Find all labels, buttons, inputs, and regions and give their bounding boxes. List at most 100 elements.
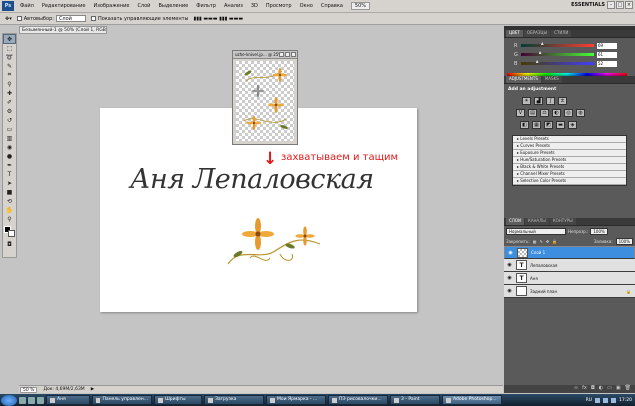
color-swatches[interactable]	[3, 226, 16, 237]
preset-black-white[interactable]: Black & White Presets	[513, 164, 626, 171]
pen-tool-icon[interactable]: ✒	[4, 161, 15, 169]
status-zoom[interactable]: 50 %	[20, 386, 38, 393]
slider-b-track[interactable]	[521, 60, 594, 65]
quicklaunch-icon[interactable]	[28, 396, 35, 404]
opacity-field[interactable]: 100%	[590, 228, 608, 235]
tab-color[interactable]: ЦВЕТ	[506, 30, 523, 37]
layer-row[interactable]: ◉ Слой 1	[504, 246, 635, 259]
source-image-window[interactable]: uzhe-knivel.jp... @ 25%...	[232, 50, 298, 145]
fill-field[interactable]: 100%	[615, 238, 633, 245]
move-tool-icon[interactable]: ✥	[3, 34, 16, 44]
menu-3d[interactable]: 3D	[247, 3, 262, 9]
3d-rotate-tool-icon[interactable]: ⟲	[4, 197, 15, 205]
curves-icon[interactable]: ∫	[546, 97, 555, 105]
color-slider-r[interactable]: R 69	[504, 41, 635, 50]
source-close-button[interactable]	[291, 52, 296, 57]
visibility-eye-icon[interactable]: ◉	[506, 262, 513, 268]
source-maximize-button[interactable]	[285, 52, 290, 57]
menu-file[interactable]: Файл	[16, 3, 38, 9]
move-tool-preset[interactable]: ✥▾	[5, 16, 12, 22]
preset-exposure[interactable]: Exposure Presets	[513, 150, 626, 157]
link-layers-icon[interactable]: ∞	[574, 385, 578, 393]
layer-row[interactable]: ◉ T Аня	[504, 272, 635, 285]
layer-name[interactable]: Задний план	[530, 289, 557, 294]
eyedropper-tool-icon[interactable]: ⚲	[4, 80, 15, 88]
blur-tool-icon[interactable]: ◉	[4, 143, 15, 151]
vibrance-icon[interactable]: V	[516, 109, 525, 117]
gradient-tool-icon[interactable]: ▥	[4, 134, 15, 142]
zoom-tool-icon[interactable]: ⚲	[4, 215, 15, 223]
minimize-button[interactable]: –	[607, 1, 615, 9]
marquee-tool-icon[interactable]: ⬚	[4, 44, 15, 52]
slider-b-knob[interactable]	[535, 60, 539, 63]
tab-adjustments[interactable]: ADJUSTMENTS	[506, 76, 541, 83]
preset-curves[interactable]: Curves Presets	[513, 143, 626, 150]
blend-mode-dropdown[interactable]: Нормальный	[506, 228, 566, 235]
brush-tool-icon[interactable]: ✐	[4, 98, 15, 106]
tab-swatches[interactable]: ОБРАЗЦЫ	[523, 30, 551, 37]
slider-g-value[interactable]: 61	[597, 51, 617, 58]
shape-tool-icon[interactable]: ■	[4, 188, 15, 196]
visibility-eye-icon[interactable]: ◉	[507, 250, 514, 256]
quick-mask-icon[interactable]: ◘	[4, 240, 15, 248]
source-minimize-button[interactable]	[279, 52, 284, 57]
quicklaunch-icon[interactable]	[19, 396, 26, 404]
posterize-icon[interactable]: ▦	[532, 121, 541, 129]
type-tool-icon[interactable]: T	[4, 170, 15, 178]
menu-filter[interactable]: Фильтр	[192, 3, 220, 9]
visibility-eye-icon[interactable]: ◉	[506, 275, 513, 281]
visibility-eye-icon[interactable]: ◉	[506, 288, 513, 294]
hand-tool-icon[interactable]: ✋	[4, 206, 15, 214]
hue-saturation-icon[interactable]: ▤	[528, 109, 537, 117]
color-balance-icon[interactable]: ⚖	[540, 109, 549, 117]
lock-move-icon[interactable]: ✥	[546, 239, 549, 244]
slider-r-knob[interactable]	[540, 42, 544, 45]
preset-hue-saturation[interactable]: Hue/Saturation Presets	[513, 157, 626, 164]
crop-tool-icon[interactable]: ⌗	[4, 71, 15, 79]
status-doc-size[interactable]: Док: 4,69М/2,63М	[43, 387, 84, 392]
workspace-switcher[interactable]: ESSENTIALS	[571, 2, 605, 8]
lock-brush-icon[interactable]: ✎	[539, 239, 542, 244]
menu-layer[interactable]: Слой	[133, 3, 154, 9]
stamp-tool-icon[interactable]: ⚙	[4, 107, 15, 115]
taskbar-item[interactable]: Загрузка	[204, 395, 264, 405]
autoselect-dropdown[interactable]: Слой	[55, 15, 86, 22]
source-window-title[interactable]: uzhe-knivel.jp... @ 25%...	[233, 51, 297, 59]
path-select-tool-icon[interactable]: ➤	[4, 179, 15, 187]
tab-masks[interactable]: MASKS	[541, 76, 562, 83]
dodge-tool-icon[interactable]: ●	[4, 152, 15, 160]
layer-row[interactable]: ◉ Задний план 🔒	[504, 285, 635, 298]
delete-layer-icon[interactable]: 🗑	[625, 385, 631, 393]
menu-image[interactable]: Изображение	[89, 3, 133, 9]
selective-color-icon[interactable]: ◈	[568, 121, 577, 129]
status-arrow-icon[interactable]: ▶	[91, 387, 94, 392]
align-buttons[interactable]: ▮▮▮ ▬▬▬ ▮▮▮ ▬▬▬	[193, 16, 243, 22]
quicklaunch-icon[interactable]	[37, 396, 44, 404]
invert-icon[interactable]: ◧	[520, 121, 529, 129]
taskbar-item-active[interactable]: Adobe Photoshop...	[442, 395, 502, 405]
slider-r-track[interactable]	[521, 42, 594, 47]
new-adjustment-icon[interactable]: ◐	[599, 385, 603, 393]
preset-selective-color[interactable]: Selective Color Presets	[513, 178, 626, 185]
add-mask-icon[interactable]: ◘	[591, 385, 595, 393]
taskbar-item[interactable]: Шрифты	[154, 395, 202, 405]
source-image-canvas[interactable]	[236, 61, 294, 141]
background-color-swatch[interactable]	[7, 230, 15, 237]
language-indicator[interactable]: RU	[586, 398, 592, 403]
tab-styles[interactable]: СТИЛИ	[551, 30, 572, 37]
menu-window[interactable]: Окно	[296, 3, 317, 9]
autoselect-option[interactable]: Автовыбор: Слой	[16, 15, 86, 22]
menu-analysis[interactable]: Анализ	[220, 3, 247, 9]
channel-mixer-icon[interactable]: ◍	[576, 109, 585, 117]
brightness-icon[interactable]: ☀	[522, 97, 531, 105]
slider-g-knob[interactable]	[538, 51, 542, 54]
volume-icon[interactable]	[611, 397, 617, 403]
new-group-icon[interactable]: ▭	[607, 385, 612, 393]
close-button[interactable]: ×	[625, 1, 633, 9]
taskbar-item[interactable]: Мои Ярмарка - ...	[266, 395, 326, 405]
preset-channel-mixer[interactable]: Channel Mixer Presets	[513, 171, 626, 178]
slider-b-value[interactable]: 52	[597, 60, 617, 67]
threshold-icon[interactable]: ◩	[544, 121, 553, 129]
preset-levels[interactable]: Levels Presets	[513, 136, 626, 143]
maximize-button[interactable]: □	[616, 1, 624, 9]
